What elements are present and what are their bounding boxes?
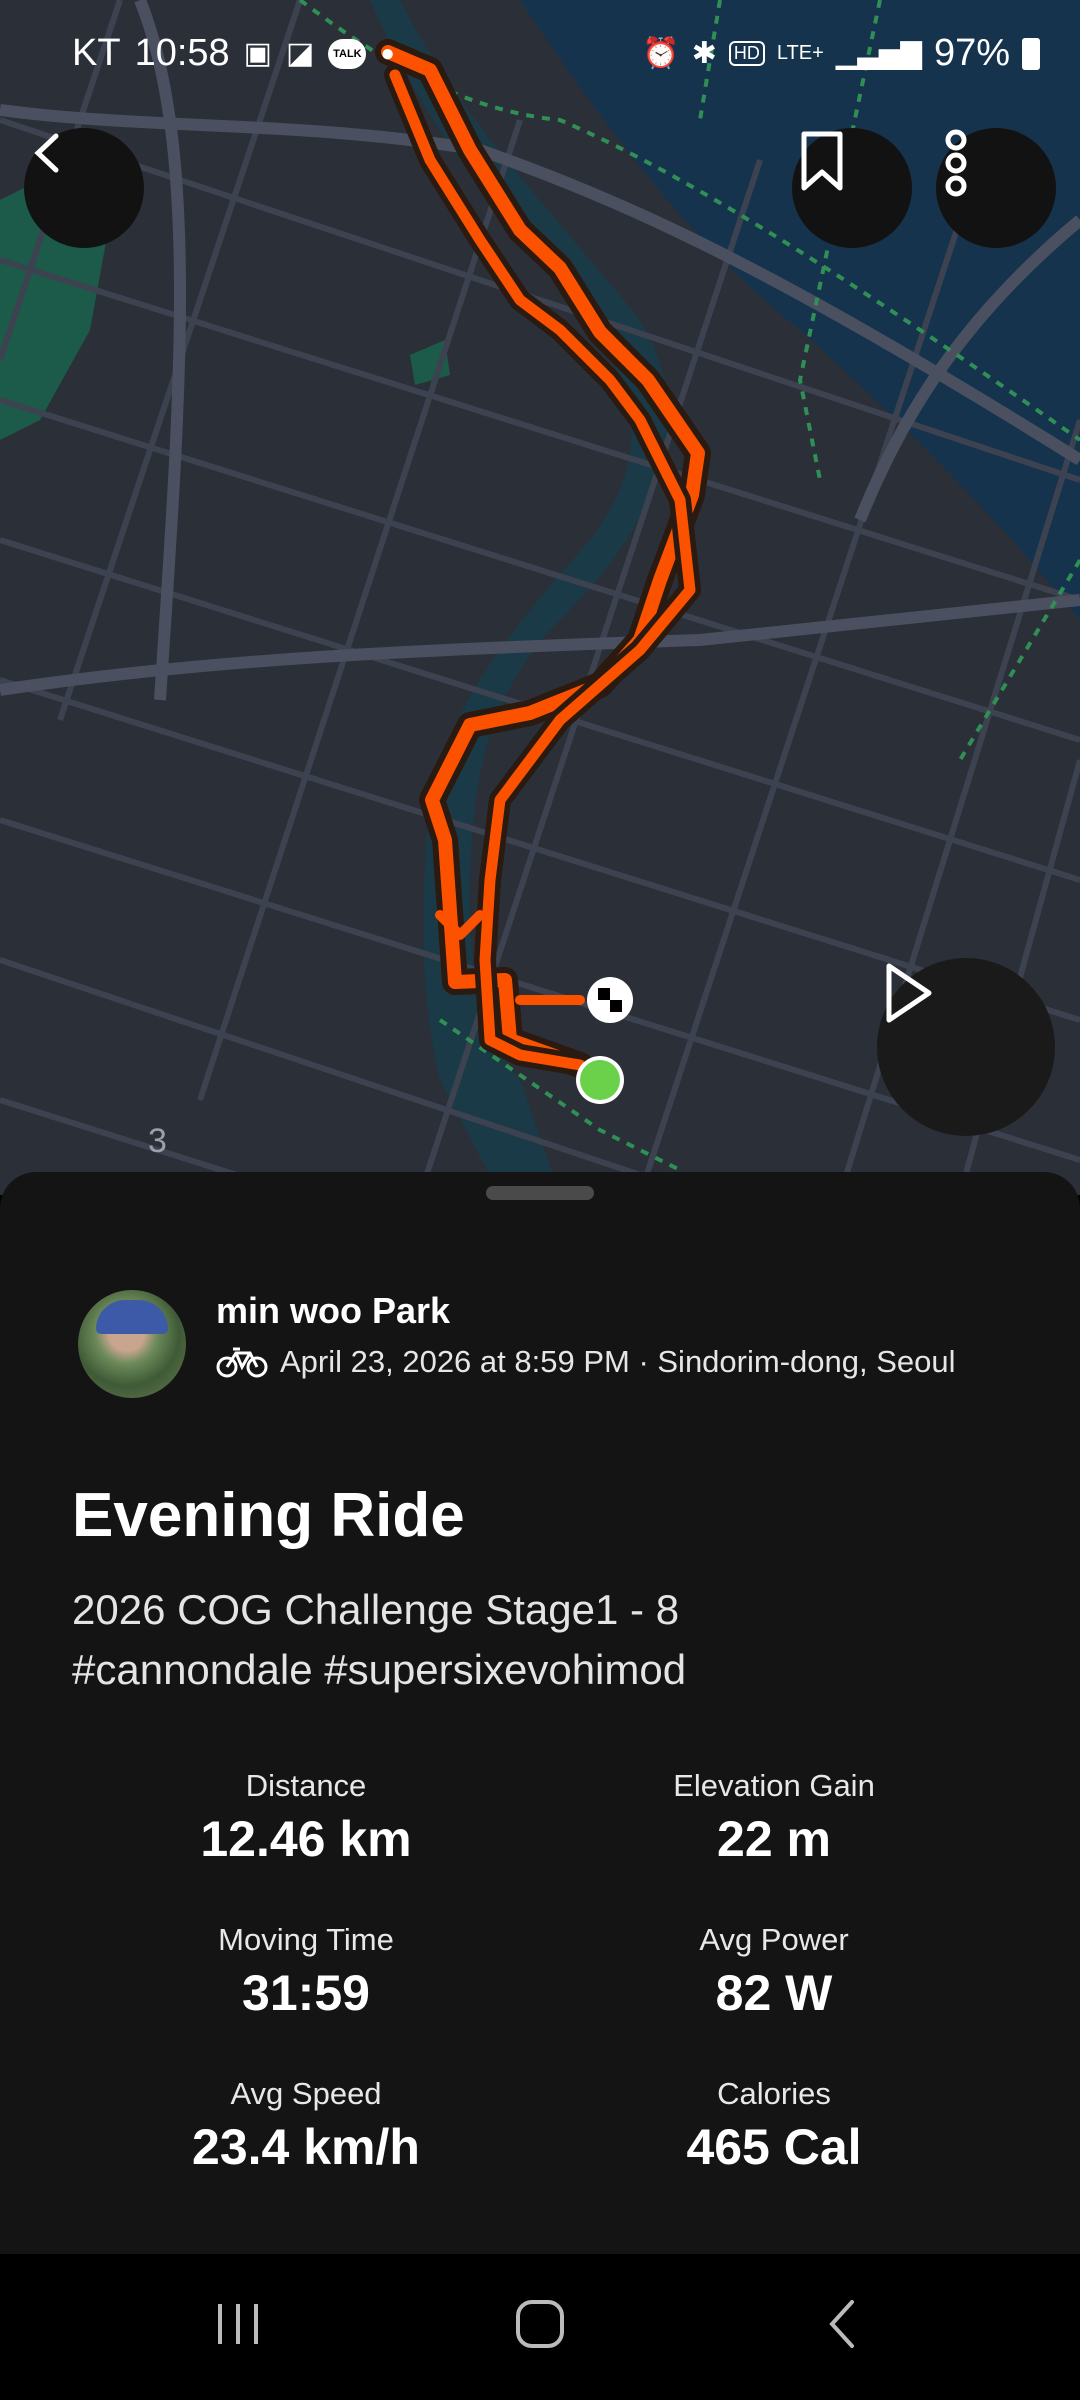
activity-title: Evening Ride [72, 1481, 465, 1550]
image-icon: ▣ [243, 37, 273, 70]
stat-avg-speed: Avg Speed 23.4 km/h [96, 2076, 516, 2176]
activity-meta: April 23, 2026 at 8:59 PM · Sindorim-don… [216, 1344, 956, 1380]
signal-icon: ▁▃▅▇ [835, 38, 922, 69]
stat-label: Moving Time [218, 1922, 394, 1957]
more-vertical-icon [945, 129, 967, 197]
stat-label: Avg Speed [230, 2076, 382, 2111]
stat-label: Avg Power [699, 1922, 849, 1957]
play-flyover-button[interactable] [877, 958, 1055, 1136]
stat-value: 465 Cal [686, 2119, 862, 2175]
drag-handle[interactable] [486, 1186, 594, 1200]
hd-icon: HD [728, 41, 765, 66]
activity-sheet[interactable]: min woo Park April 23, 2026 at 8:59 PM ·… [0, 1172, 1080, 2254]
recents-icon[interactable] [208, 2294, 268, 2354]
stat-value: 22 m [717, 1811, 831, 1867]
carrier-label: KT [72, 32, 121, 74]
back-chevron-icon [34, 133, 59, 173]
dot-icon: ● [380, 39, 395, 67]
stat-calories: Calories 465 Cal [564, 2076, 984, 2176]
stat-label: Elevation Gain [673, 1768, 875, 1803]
date-location: April 23, 2026 at 8:59 PM · Sindorim-don… [280, 1344, 956, 1379]
play-icon [886, 963, 932, 1023]
system-nav-bar [0, 2254, 1080, 2400]
app-icon: ◪ [286, 37, 315, 70]
stat-value: 31:59 [242, 1965, 370, 2021]
bluetooth-icon: ✱ [691, 37, 717, 70]
stat-moving-time: Moving Time 31:59 [96, 1922, 516, 2022]
road-label: 3 [148, 1122, 167, 1160]
route-map[interactable]: 3 KT 10:58 ▣ ◪ TALK ● ⏰ ✱ HD LTE+ ▁▃▅▇ 9… [0, 0, 1080, 1195]
back-icon[interactable] [812, 2294, 872, 2354]
stat-label: Calories [717, 2076, 831, 2111]
stat-value: 23.4 km/h [192, 2119, 420, 2175]
activity-description: 2026 COG Challenge Stage1 - 8 #cannondal… [72, 1586, 687, 1693]
start-marker-icon [576, 1056, 624, 1104]
home-icon[interactable] [510, 2294, 570, 2354]
bookmark-button[interactable] [792, 128, 912, 248]
bookmark-icon [801, 131, 843, 191]
battery-icon [1022, 37, 1040, 70]
more-options-button[interactable] [936, 128, 1056, 248]
bike-icon [216, 1347, 268, 1378]
avatar[interactable] [78, 1290, 186, 1398]
finish-marker-icon [587, 977, 633, 1023]
stat-value: 82 W [715, 1965, 833, 2021]
battery-percent: 97% [933, 32, 1010, 74]
status-bar: KT 10:58 ▣ ◪ TALK ● ⏰ ✱ HD LTE+ ▁▃▅▇ 97% [0, 0, 1080, 110]
stat-value: 12.46 km [200, 1811, 412, 1867]
talk-icon: TALK [328, 38, 367, 69]
stat-distance: Distance 12.46 km [96, 1768, 516, 1868]
alarm-icon: ⏰ [642, 37, 680, 70]
stat-avg-power: Avg Power 82 W [564, 1922, 984, 2022]
back-button[interactable] [24, 128, 144, 248]
stat-label: Distance [245, 1768, 367, 1803]
clock: 10:58 [134, 32, 230, 74]
athlete-name[interactable]: min woo Park [216, 1290, 450, 1332]
stat-elevation: Elevation Gain 22 m [564, 1768, 984, 1868]
lte-icon: LTE+ [776, 42, 824, 64]
